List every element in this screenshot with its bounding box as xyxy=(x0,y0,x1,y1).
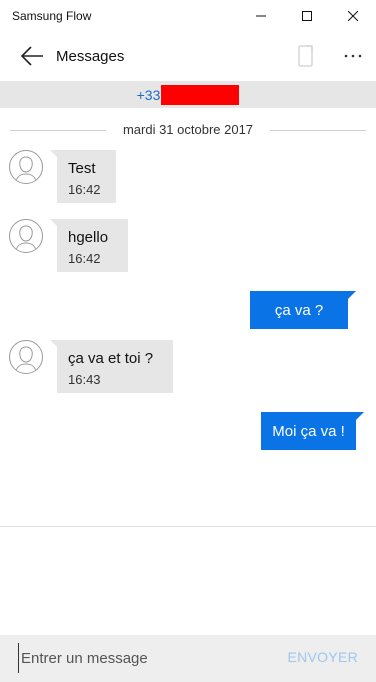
message-text: ça va ? xyxy=(274,302,324,319)
person-icon xyxy=(15,156,37,182)
avatar xyxy=(9,219,43,253)
message-input[interactable] xyxy=(18,643,271,673)
title-bar: Samsung Flow xyxy=(0,0,376,31)
person-icon xyxy=(15,346,37,372)
avatar xyxy=(9,340,43,374)
incoming-message[interactable]: hgello 16:42 xyxy=(50,219,128,272)
outgoing-message[interactable]: ça va ? xyxy=(250,291,356,329)
divider xyxy=(0,526,376,527)
minimize-button[interactable] xyxy=(238,0,284,31)
more-icon xyxy=(344,54,362,58)
minimize-icon xyxy=(256,15,266,16)
back-button[interactable] xyxy=(12,36,52,76)
avatar xyxy=(9,150,43,184)
phone-device-button[interactable] xyxy=(292,42,320,70)
compose-bar: ENVOYER xyxy=(0,635,376,682)
close-icon xyxy=(348,10,358,21)
page-title: Messages xyxy=(56,47,125,65)
send-button[interactable]: ENVOYER xyxy=(287,649,358,665)
date-separator: mardi 31 octobre 2017 xyxy=(0,120,376,140)
incoming-message[interactable]: ça va et toi ? 16:43 xyxy=(50,340,173,393)
contact-number: +33 xyxy=(136,86,161,103)
person-icon xyxy=(15,225,37,251)
phone-icon xyxy=(298,45,313,67)
message-time: 16:42 xyxy=(68,251,101,266)
more-options-button[interactable] xyxy=(342,42,364,70)
outgoing-message[interactable]: Moi ça va ! xyxy=(261,412,364,450)
message-time: 16:42 xyxy=(68,182,101,197)
message-text: Test xyxy=(68,160,96,177)
header-actions xyxy=(292,31,364,81)
message-list[interactable]: mardi 31 octobre 2017 Test 16:42 hgello … xyxy=(0,108,376,526)
app-title: Samsung Flow xyxy=(12,8,92,23)
back-arrow-icon xyxy=(20,46,43,66)
message-text: Moi ça va ! xyxy=(272,423,345,440)
redacted-number xyxy=(161,84,240,105)
app-header: Messages xyxy=(0,31,376,81)
close-button[interactable] xyxy=(330,0,376,31)
message-text: ça va et toi ? xyxy=(68,350,154,367)
incoming-message[interactable]: Test 16:42 xyxy=(50,150,116,203)
message-time: 16:43 xyxy=(68,372,101,387)
maximize-button[interactable] xyxy=(284,0,330,31)
message-text: hgello xyxy=(68,229,109,246)
contact-bar[interactable]: +33 xyxy=(0,81,376,108)
divider xyxy=(270,130,366,131)
window-controls xyxy=(238,0,376,31)
maximize-icon xyxy=(302,10,312,21)
